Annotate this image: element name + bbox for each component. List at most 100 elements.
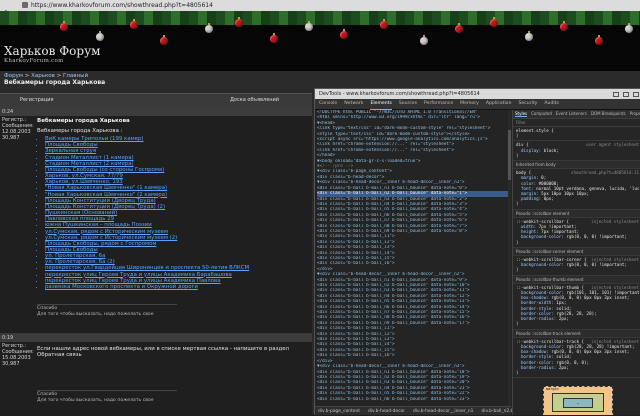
sig-line: Для того чтобы высказать, надо пожелать … — [37, 312, 154, 317]
css-property[interactable]: background-color: rgb(0, 0, 0) !importan… — [516, 262, 639, 267]
ornament-icon — [420, 35, 428, 45]
webcam-link[interactable]: Павловская площадь 29 — [45, 216, 114, 222]
webcam-link[interactable]: Пушкинская (Оснований) — [45, 210, 117, 216]
dom-crumb[interactable]: div.b-head-decor__inner_n1 — [413, 409, 473, 414]
property-value: 0px; — [543, 196, 554, 202]
dom-crumb[interactable]: div.b-page_content — [318, 409, 360, 414]
styles-tab-dom-breakpoints[interactable]: DOM Breakpoints — [591, 111, 626, 116]
webcam-link[interactable]: Площадь Свободы (со стороны Госпрома) — [45, 167, 164, 173]
dom-node-line[interactable]: <link type="text/css" id="dark-mode-cust… — [317, 126, 511, 131]
ornament-icon — [130, 19, 138, 29]
rule-source[interactable]: showthread.php?t=4805614:11 — [571, 170, 639, 175]
tab-security[interactable]: Security — [519, 99, 538, 109]
webcam-link[interactable]: Зеркальная струя — [45, 148, 96, 154]
webcam-link[interactable]: ул. Пролетарская, 6а — [45, 253, 105, 259]
ornament-icon — [380, 19, 388, 29]
webcam-link[interactable]: перекресток ул.Гвардейцев Широнинцев и п… — [45, 265, 249, 271]
elements-tree[interactable]: <!DOCTYPE html PUBLIC "-//W3C//DTD XHTML… — [315, 110, 511, 406]
rule-close: } — [516, 152, 519, 158]
style-rules: element.style {} user agent stylesheet div… — [513, 127, 640, 379]
webcam-link[interactable]: развязка Московского проспекта и Окружно… — [45, 284, 198, 290]
webcam-link[interactable]: Площадь Свободы, рядом с Госпромом — [45, 241, 156, 247]
webcam-link[interactable]: ВиК камеры Трипольи (199 камер) — [45, 136, 144, 142]
post-1-header: 0:24 — [0, 108, 312, 116]
lock-icon — [22, 2, 28, 8]
rule-close: } — [516, 201, 519, 207]
webcam-link[interactable]: ул.Сумская, рядом с Историческим музеем — [45, 229, 168, 235]
webcam-link[interactable]: Стадион Металлист (2 камера) — [45, 161, 134, 167]
nav-buttons[interactable] — [1, 2, 17, 19]
tab-network[interactable]: Network — [344, 99, 363, 109]
pseudo-section-label: Pseudo ::scrollbar-corner element — [513, 247, 640, 257]
ornament-icon — [595, 35, 603, 45]
styles-pane: Styles Computed Event Listeners DOM Breakpo… — [512, 110, 640, 415]
styles-tab-properties[interactable]: Properties — [630, 111, 640, 116]
box-model: margin – — [543, 386, 613, 415]
tab-console[interactable]: Console — [319, 99, 337, 109]
logo-title: Харьков Форум — [4, 44, 101, 58]
webcam-link[interactable]: перекресток улиц Героев Труда и улицы Ак… — [45, 278, 221, 284]
webcam-link[interactable]: Площадь Свободы — [45, 247, 98, 253]
forum-header: Харьков Форум KharkovForum.com — [0, 11, 640, 71]
ornament-icon — [305, 21, 313, 31]
garland-decor — [0, 11, 640, 25]
tab-elements[interactable]: Elements — [370, 99, 392, 110]
property-name: border-radius: — [521, 364, 559, 370]
property-name: border-radius: — [521, 316, 559, 322]
css-rule: showthread.php?t=4805614:11 body {margin:… — [513, 169, 640, 210]
pseudo-section-label: Pseudo ::scrollbar-track element — [513, 329, 640, 338]
webcam-link[interactable]: Стадион Металлист (1 камера) — [45, 155, 134, 161]
tab-audits[interactable]: Audits — [544, 99, 558, 109]
devtools-tabs: Console Network Elements Sources Performance… — [315, 99, 640, 110]
ads-link[interactable]: Доска объявлений — [230, 97, 279, 103]
post-1-signature: Спасибо Для того чтобы высказать, надо п… — [37, 304, 177, 318]
close-icon[interactable] — [633, 92, 639, 97]
rule-source[interactable]: user agent stylesheet — [586, 142, 639, 147]
styles-tab-computed[interactable]: Computed — [531, 111, 552, 116]
pseudo-section-label: Pseudo ::scrollbar element — [513, 209, 640, 218]
address-bar[interactable]: https://www.kharkovforum.com/showthread.… — [31, 1, 213, 10]
tab-performance[interactable]: Performance — [424, 99, 453, 109]
maximize-icon[interactable] — [623, 92, 629, 97]
inherited-label: Inherited from body — [513, 161, 640, 170]
css-property[interactable]: background-color: rgb(0, 0, 0) !importan… — [516, 234, 639, 239]
rule-close: } — [516, 369, 519, 375]
scrollbar-thumb[interactable] — [508, 130, 511, 180]
rule-close: } — [516, 239, 519, 245]
webcam-link[interactable]: Харьков, ул.Шевченко, 193 — [45, 179, 123, 185]
webcam-link[interactable]: перекресток улиц Героев Труда и улицы Ак… — [45, 272, 232, 278]
ornament-icon — [205, 23, 213, 33]
rule-close: } — [516, 133, 519, 139]
dom-node-line[interactable]: <div class="b-ball b-ball_n6 b-ball_boun… — [317, 397, 511, 402]
css-rule: injected stylesheet::-webkit-scrollbar-c… — [513, 256, 640, 276]
forum-logo[interactable]: Харьков Форум KharkovForum.com — [4, 45, 100, 65]
webcam-link[interactable]: "Новая Харьковская Шевченко" (2 камера) — [45, 192, 167, 198]
elements-scrollbar[interactable] — [508, 110, 511, 406]
webcam-link[interactable]: Площадь Конституции (Дворец Труда) — [45, 198, 156, 204]
webcam-link[interactable]: Площадь Свободы — [45, 142, 98, 148]
pseudo-section-label: Pseudo ::scrollbar-thumb element — [513, 275, 640, 284]
webcam-list: ВиК камеры Трипольи (199 камер)Площадь С… — [37, 136, 309, 290]
styles-tab-event-listeners[interactable]: Event Listeners — [556, 111, 587, 116]
webcam-link[interactable]: южна Пушкинская – площадь Поэзии — [45, 222, 152, 228]
post-1-body: Вебкамеры города Харькова : ВиК камеры Т… — [37, 128, 309, 290]
tab-application[interactable]: Application — [486, 99, 512, 109]
ornament-icon — [340, 29, 348, 39]
minimize-icon[interactable] — [613, 92, 619, 97]
tab-sources[interactable]: Sources — [399, 99, 417, 109]
dom-crumb[interactable]: div.b-head-decor — [368, 409, 405, 414]
webcam-link[interactable]: ул.Сумская, рядом с Историческим музеем … — [45, 235, 177, 241]
styles-tab-styles[interactable]: Styles — [515, 111, 528, 117]
property-name: padding: — [521, 196, 544, 202]
logo-subtitle: KharkovForum.com — [4, 58, 64, 64]
webcam-link[interactable]: Площадь Конституции (Дворец Труда) (2) — [45, 204, 165, 210]
webcam-link[interactable]: Харьков, ул.Сумская, 77/79 — [45, 173, 123, 179]
rule-source[interactable]: injected stylesheet — [591, 219, 639, 224]
devtools-titlebar: DevTools - www.kharkovforum.com/showthre… — [315, 89, 640, 99]
webcam-link[interactable]: "Новая Харьковская Шевченко" (1 камера) — [45, 185, 167, 191]
meta-line: 30,987 — [2, 135, 20, 141]
styles-filter[interactable]: Filter — [513, 119, 640, 127]
tab-memory[interactable]: Memory — [460, 99, 479, 109]
rule-close: } — [516, 267, 519, 273]
register-link[interactable]: Регистрация — [20, 97, 54, 103]
